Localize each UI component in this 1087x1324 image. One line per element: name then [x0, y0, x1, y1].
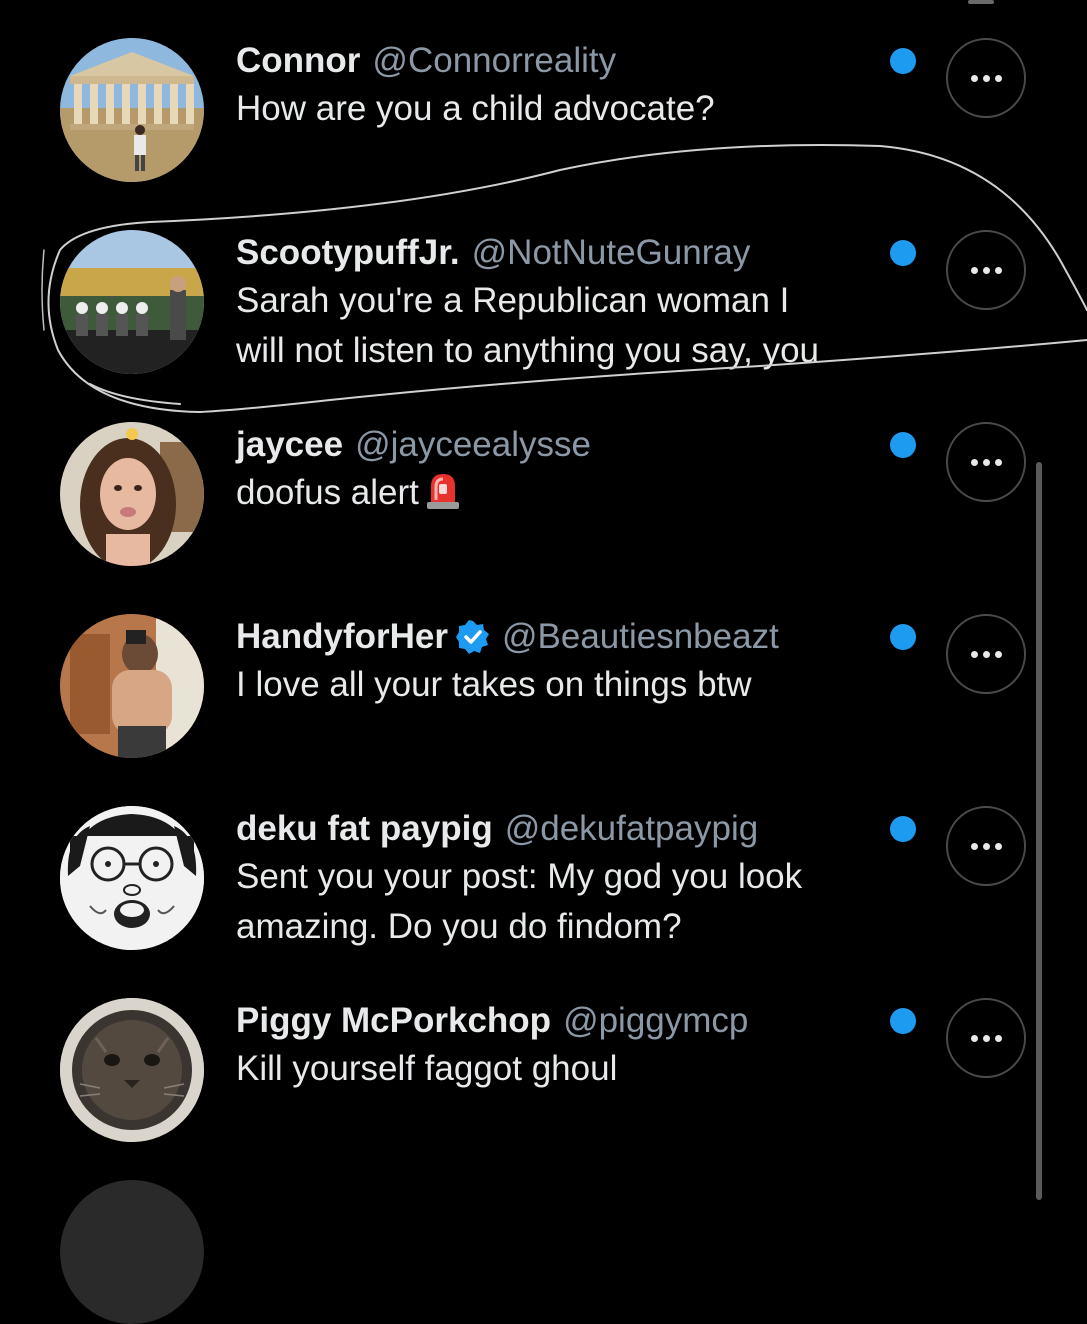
display-name[interactable]: ScootypuffJr. [236, 230, 460, 276]
more-horizontal-icon [970, 650, 1002, 658]
unread-dot-icon [890, 624, 916, 650]
user-handle[interactable]: @piggymcp [563, 998, 748, 1044]
reply-header: HandyforHer @Beautiesnbeazt [236, 614, 876, 660]
more-horizontal-icon [970, 266, 1002, 274]
avatar[interactable] [60, 422, 204, 566]
siren-emoji [426, 474, 459, 509]
avatar-cartoon-face [60, 806, 204, 950]
unread-dot-icon [890, 816, 916, 842]
unread-dot-icon [890, 432, 916, 458]
user-handle[interactable]: @Beautiesnbeazt [502, 614, 779, 660]
reply-header: ScootypuffJr. @NotNuteGunray [236, 230, 876, 276]
reply-text: doofus alert [236, 473, 419, 512]
avatar-photo-stadium [60, 230, 204, 374]
avatar[interactable] [60, 1180, 204, 1324]
more-horizontal-icon [970, 1034, 1002, 1042]
more-options-button[interactable] [946, 614, 1026, 694]
reply-row[interactable]: jaycee @jayceealysse doofus alert [0, 422, 1087, 582]
avatar[interactable] [60, 614, 204, 758]
reply-header: jaycee @jayceealysse [236, 422, 876, 468]
reply-text: How are you a child advocate? [236, 89, 715, 128]
more-options-button[interactable] [946, 998, 1026, 1078]
reply-content: jaycee @jayceealysse doofus alert [236, 422, 876, 518]
top-edge-fragment [968, 0, 994, 4]
reply-content: HandyforHer @Beautiesnbeazt I love all y… [236, 614, 876, 710]
reply-text: Sarah you're a Republican woman I will n… [236, 281, 820, 370]
more-options-button[interactable] [946, 422, 1026, 502]
reply-header: deku fat paypig @dekufatpaypig [236, 806, 876, 852]
verified-badge-icon [455, 620, 489, 654]
reply-text-line: doofus alert [236, 468, 876, 518]
reply-list: Connor @Connorreality How are you a chil… [0, 0, 1087, 1324]
avatar[interactable] [60, 998, 204, 1142]
avatar-photo-woman [60, 422, 204, 566]
more-horizontal-icon [970, 74, 1002, 82]
user-handle[interactable]: @jayceealysse [355, 422, 591, 468]
more-horizontal-icon [970, 458, 1002, 466]
scrollbar[interactable] [1036, 462, 1042, 1200]
reply-header: Piggy McPorkchop @piggymcp [236, 998, 876, 1044]
more-horizontal-icon [970, 842, 1002, 850]
display-name[interactable]: Piggy McPorkchop [236, 998, 551, 1044]
reply-text: Kill yourself faggot ghoul [236, 1049, 618, 1088]
display-name[interactable]: HandyforHer [236, 614, 448, 660]
avatar[interactable] [60, 38, 204, 182]
unread-dot-icon [890, 240, 916, 266]
avatar-photo-cat [60, 998, 204, 1142]
display-name[interactable]: Connor [236, 38, 360, 84]
unread-dot-icon [890, 48, 916, 74]
reply-row[interactable]: Piggy McPorkchop @piggymcp Kill yourself… [0, 998, 1087, 1158]
user-handle[interactable]: @Connorreality [372, 38, 616, 84]
user-handle[interactable]: @dekufatpaypig [505, 806, 758, 852]
reply-text: Sent you your post: My god you look amaz… [236, 857, 803, 946]
avatar-photo-selfie [60, 614, 204, 758]
more-options-button[interactable] [946, 230, 1026, 310]
avatar-photo-building [60, 38, 204, 182]
reply-content: Connor @Connorreality How are you a chil… [236, 38, 876, 134]
avatar[interactable] [60, 806, 204, 950]
reply-content: Piggy McPorkchop @piggymcp Kill yourself… [236, 998, 876, 1094]
more-options-button[interactable] [946, 806, 1026, 886]
unread-dot-icon [890, 1008, 916, 1034]
more-options-button[interactable] [946, 38, 1026, 118]
reply-row[interactable]: ScootypuffJr. @NotNuteGunray Sarah you'r… [0, 230, 1087, 390]
reply-row[interactable]: Connor @Connorreality How are you a chil… [0, 38, 1087, 198]
reply-header: Connor @Connorreality [236, 38, 876, 84]
reply-content: ScootypuffJr. @NotNuteGunray Sarah you'r… [236, 230, 876, 376]
display-name[interactable]: jaycee [236, 422, 343, 468]
display-name[interactable]: deku fat paypig [236, 806, 493, 852]
reply-text: I love all your takes on things btw [236, 665, 752, 704]
reply-row[interactable]: HandyforHer @Beautiesnbeazt I love all y… [0, 614, 1087, 774]
reply-content: deku fat paypig @dekufatpaypig Sent you … [236, 806, 876, 952]
reply-row[interactable]: deku fat paypig @dekufatpaypig Sent you … [0, 806, 1087, 966]
user-handle[interactable]: @NotNuteGunray [472, 230, 751, 276]
avatar[interactable] [60, 230, 204, 374]
